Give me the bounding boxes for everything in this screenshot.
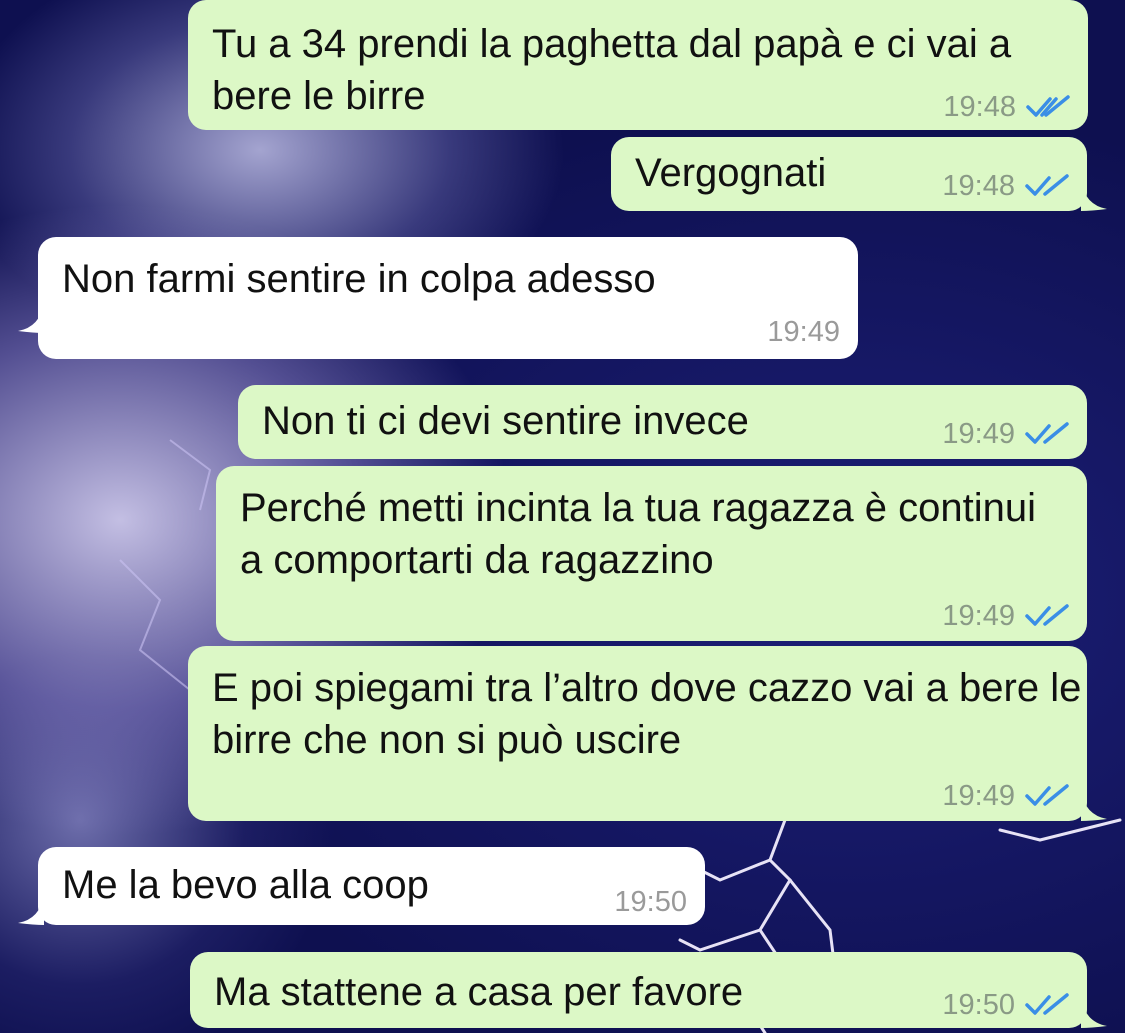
message-meta: 19:49 bbox=[767, 315, 840, 349]
message-meta: 19:48 bbox=[942, 169, 1069, 203]
message-bubble-outgoing[interactable]: Tu a 34 prendi la paghetta dal papà e ci… bbox=[188, 0, 1088, 130]
double-check-icon bbox=[1025, 604, 1069, 626]
bubble-tail bbox=[18, 303, 44, 333]
message-text: Non farmi sentire in colpa adesso bbox=[62, 257, 656, 301]
bubble-tail bbox=[1081, 181, 1107, 211]
message-time: 19:48 bbox=[943, 91, 1016, 123]
bubble-tail bbox=[1081, 791, 1107, 821]
message-meta: 19:49 bbox=[942, 417, 1069, 451]
message-time: 19:49 bbox=[767, 316, 840, 348]
bubble-tail bbox=[1081, 998, 1107, 1028]
message-time: 19:49 bbox=[942, 780, 1015, 812]
message-time: 19:50 bbox=[942, 989, 1015, 1021]
double-check-icon bbox=[1025, 174, 1069, 196]
message-text: Me la bevo alla coop bbox=[62, 863, 429, 907]
message-bubble-outgoing[interactable]: Perché metti incinta la tua ragazza è co… bbox=[216, 466, 1087, 641]
message-text: Perché metti incinta la tua ragazza è co… bbox=[240, 486, 1036, 582]
double-check-icon bbox=[1025, 422, 1069, 444]
message-bubble-incoming[interactable]: Me la bevo alla coop 19:50 bbox=[18, 847, 705, 925]
message-meta: 19:50 bbox=[614, 885, 687, 919]
double-check-icon bbox=[1025, 993, 1069, 1015]
message-time: 19:48 bbox=[942, 170, 1015, 202]
message-bubble-incoming[interactable]: Non farmi sentire in colpa adesso 19:49 bbox=[18, 237, 858, 359]
double-check-icon bbox=[1025, 784, 1069, 806]
message-time: 19:49 bbox=[942, 600, 1015, 632]
message-time: 19:50 bbox=[614, 886, 687, 918]
message-bubble-outgoing[interactable]: Ma stattene a casa per favore 19:50 bbox=[190, 952, 1107, 1028]
message-text: Ma stattene a casa per favore bbox=[214, 970, 744, 1014]
message-bubble-outgoing[interactable]: Non ti ci devi sentire invece 19:49 bbox=[238, 385, 1087, 459]
message-meta: 19:50 bbox=[942, 988, 1069, 1022]
double-check-icon bbox=[1026, 95, 1070, 117]
message-meta: 19:49 bbox=[942, 779, 1069, 813]
message-bubble-outgoing[interactable]: E poi spiegami tra l’altro dove cazzo va… bbox=[188, 646, 1107, 821]
message-bubble-outgoing[interactable]: Vergognati 19:48 bbox=[611, 137, 1107, 211]
message-meta: 19:48 bbox=[943, 90, 1070, 124]
message-text: E poi spiegami tra l’altro dove cazzo va… bbox=[212, 666, 1082, 762]
message-time: 19:49 bbox=[942, 418, 1015, 450]
message-meta: 19:49 bbox=[942, 599, 1069, 633]
bubble-tail bbox=[18, 895, 44, 925]
